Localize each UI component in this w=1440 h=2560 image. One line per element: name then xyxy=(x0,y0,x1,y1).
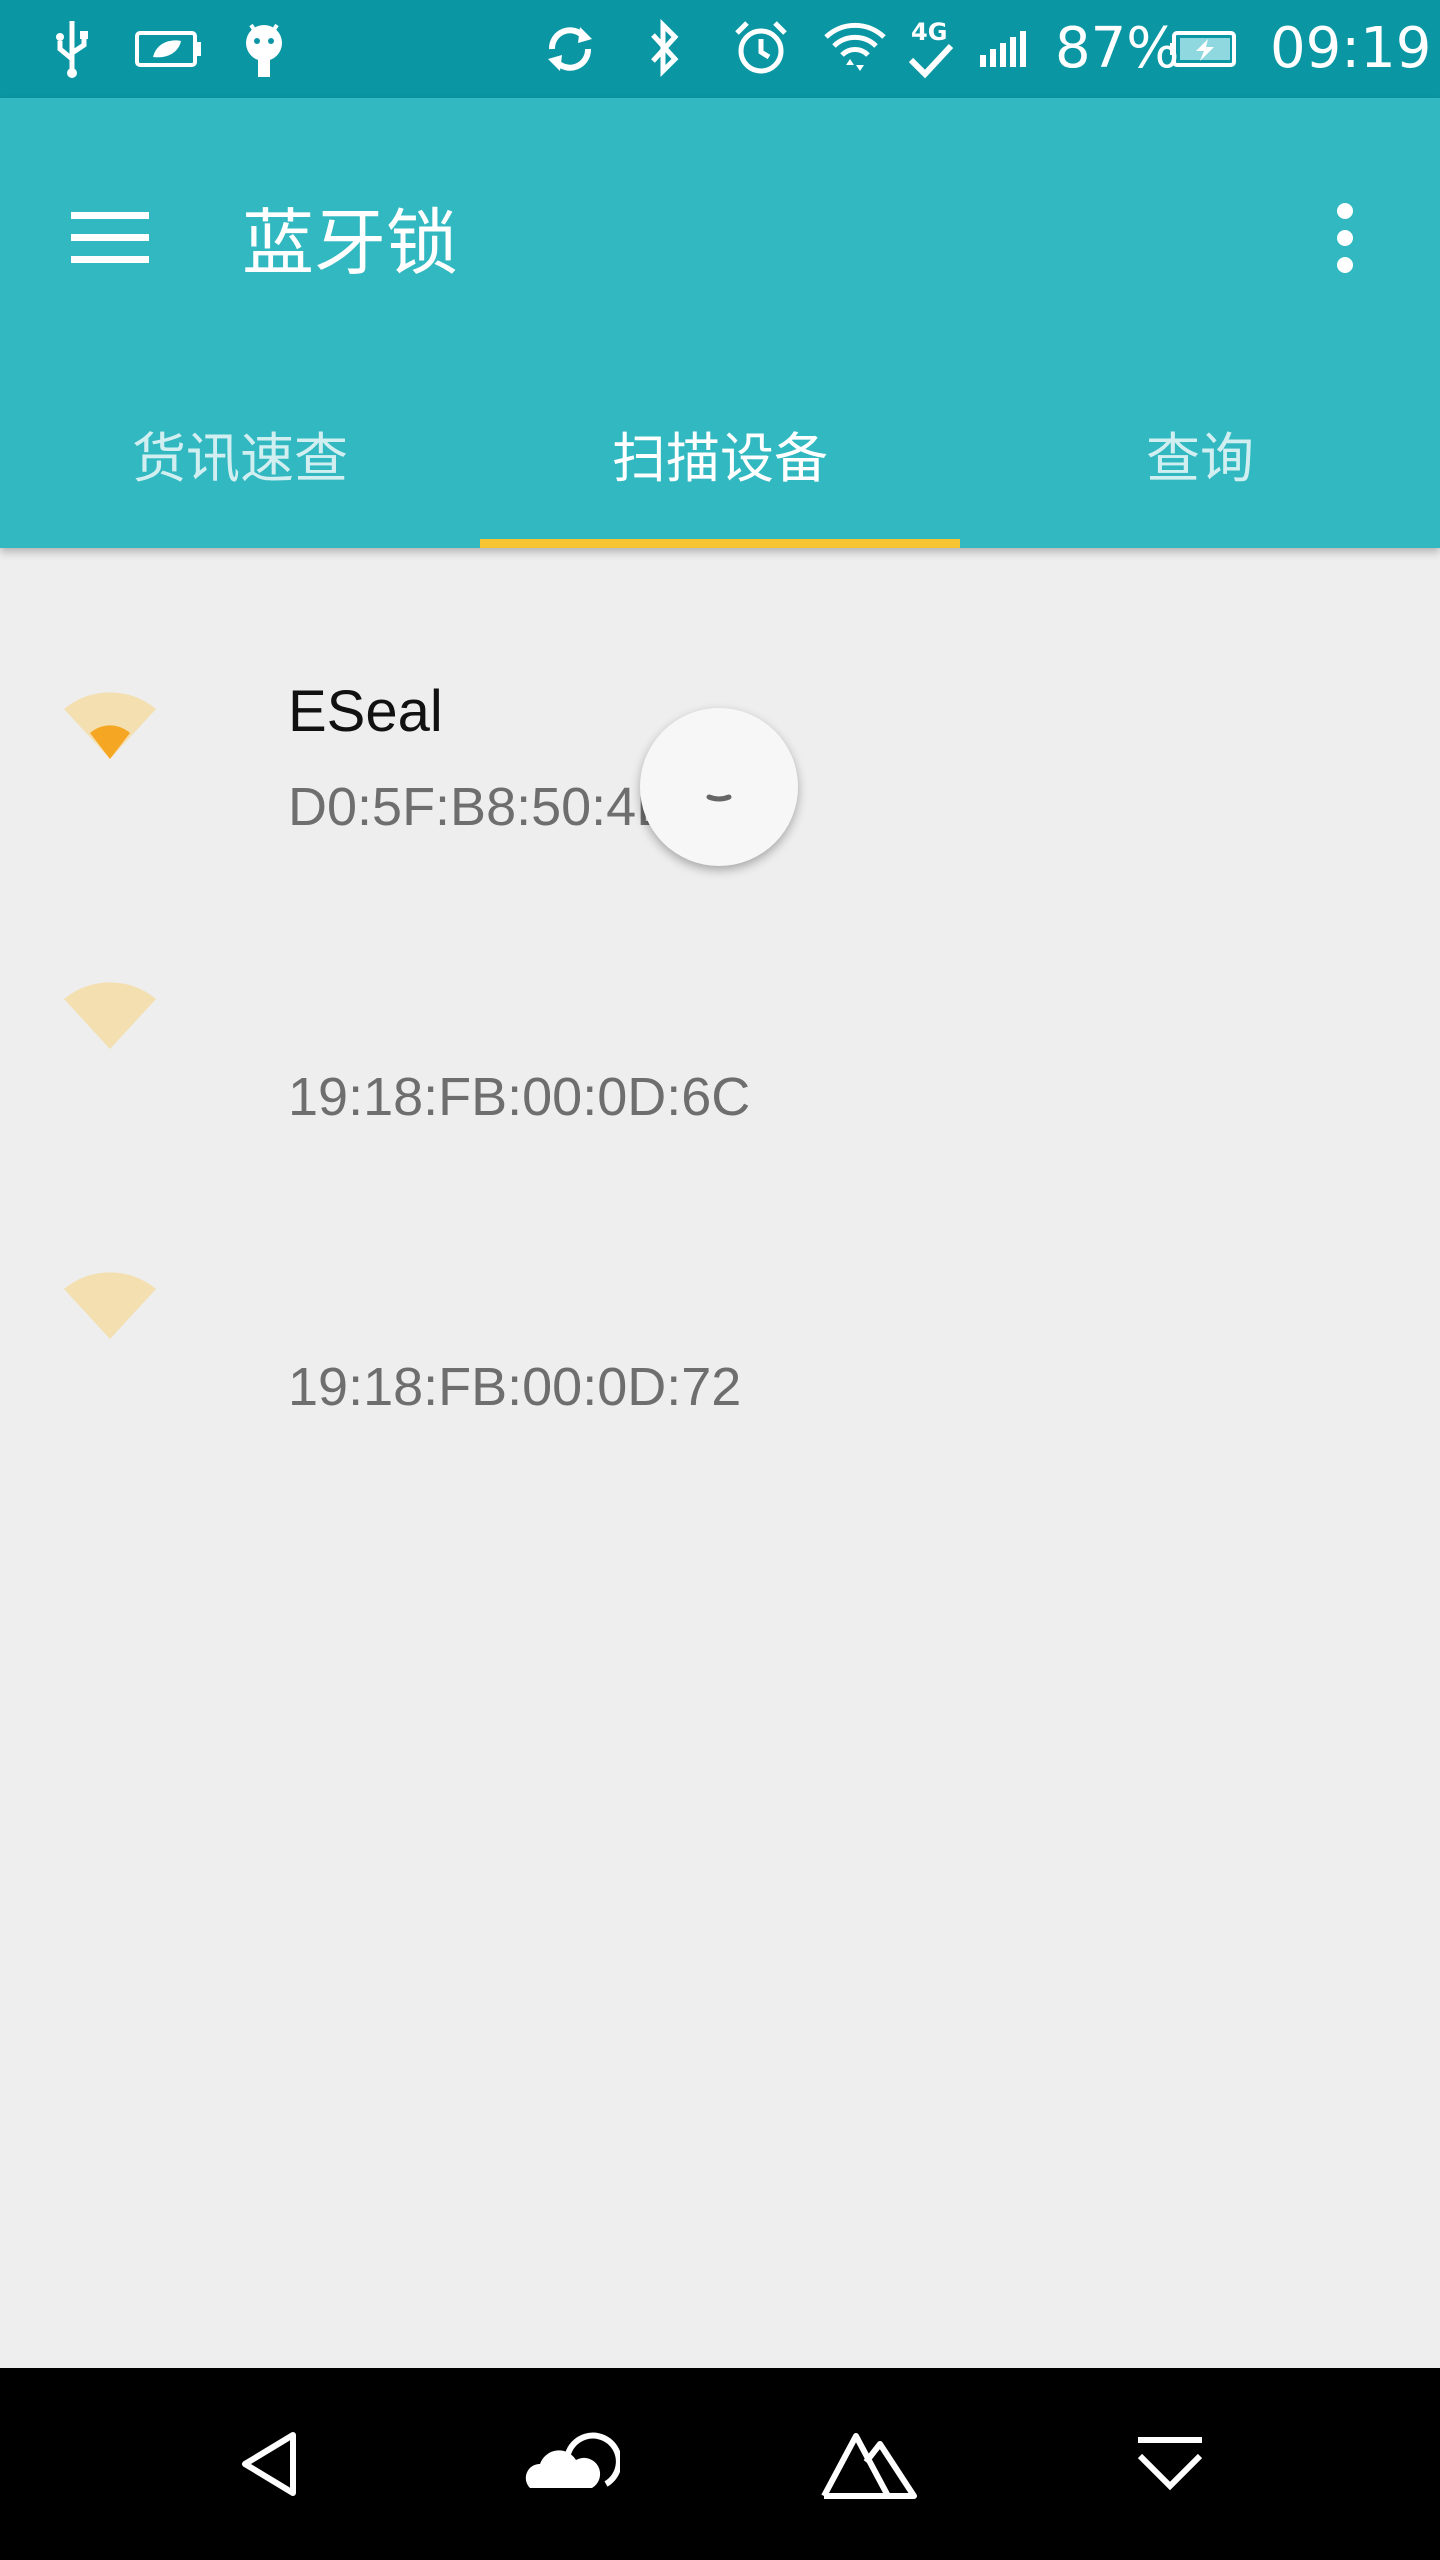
signal-icon xyxy=(978,14,1038,84)
mountain-icon[interactable] xyxy=(810,2404,930,2524)
spinner-icon xyxy=(706,794,732,802)
tab-scan-devices[interactable]: 扫描设备 xyxy=(480,358,960,548)
loading-spinner xyxy=(640,708,798,866)
device-name: ESeal xyxy=(288,679,443,744)
battery-charging-icon xyxy=(1170,14,1240,84)
usb-icon xyxy=(50,14,94,84)
wifi-signal-none-icon xyxy=(64,1272,156,1339)
page-title: 蓝牙锁 xyxy=(242,201,459,285)
alarm-icon xyxy=(730,14,792,84)
svg-text:4G: 4G xyxy=(911,18,947,46)
android-icon xyxy=(238,14,290,84)
cloud-icon[interactable] xyxy=(510,2404,630,2524)
network-4g-icon: 4G xyxy=(906,14,958,84)
more-vert-icon[interactable] xyxy=(1295,188,1395,288)
device-mac: D0:5F:B8:50:4D xyxy=(288,777,676,837)
device-mac: 19:18:FB:00:0D:6C xyxy=(288,1067,751,1127)
bluetooth-icon xyxy=(640,14,690,84)
wifi-signal-weak-icon xyxy=(64,692,156,759)
wifi-signal-none-icon xyxy=(64,982,156,1049)
wifi-icon xyxy=(820,14,890,84)
navigation-bar xyxy=(0,2368,1440,2560)
app-bar: 蓝牙锁 货讯速查 扫描设备 查询 xyxy=(0,98,1440,548)
device-mac: 19:18:FB:00:0D:72 xyxy=(288,1357,742,1417)
hamburger-menu-icon[interactable] xyxy=(60,188,160,288)
back-icon[interactable] xyxy=(210,2404,330,2524)
list-item[interactable]: 19:18:FB:00:0D:6C xyxy=(0,838,1440,1128)
status-bar: 4G 87% 09:19 xyxy=(0,0,1440,98)
battery-saver-icon xyxy=(132,14,204,84)
tab-quick-search[interactable]: 货讯速查 xyxy=(0,358,480,548)
clock: 09:19 xyxy=(1270,16,1432,81)
tab-bar: 货讯速查 扫描设备 查询 xyxy=(0,358,1440,548)
sync-icon xyxy=(540,14,600,84)
list-item[interactable]: 19:18:FB:00:0D:72 xyxy=(0,1128,1440,1418)
dropdown-icon[interactable] xyxy=(1110,2404,1230,2524)
device-list: ESeal D0:5F:B8:50:4D 19:18:FB:00:0D:6C 1… xyxy=(0,548,1440,1418)
tab-query[interactable]: 查询 xyxy=(960,358,1440,548)
battery-percent: 87% xyxy=(1055,16,1180,81)
